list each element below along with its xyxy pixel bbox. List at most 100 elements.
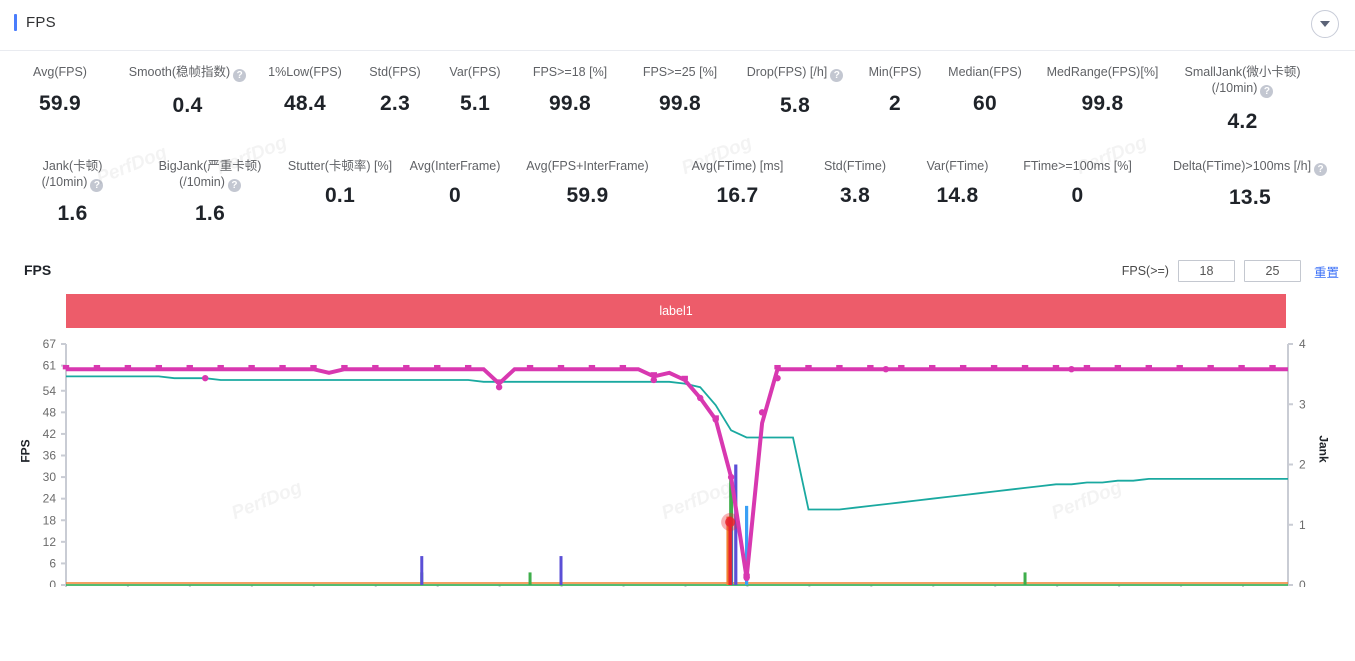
metric-label: Avg(InterFrame) — [409, 159, 501, 173]
series-marker — [588, 364, 596, 370]
fps-threshold-controls: FPS(>=) 重置 — [1122, 260, 1339, 282]
series-marker — [774, 364, 781, 370]
scene-label-band[interactable]: label1 — [66, 294, 1286, 328]
metric-value: 14.8 — [936, 184, 979, 207]
series-marker — [867, 364, 874, 370]
series-marker — [279, 364, 286, 370]
fps-plot-svg[interactable]: 061218243036424854616701234 — [0, 332, 1355, 587]
metrics-summary-row-2: Jank(卡顿) (/10min)? 1.6 BigJank(严重卡顿) (/10m… — [0, 158, 1355, 250]
series-marker — [1207, 364, 1214, 370]
series-marker — [310, 364, 317, 370]
metric-value: 4.2 — [1227, 110, 1258, 133]
y2-tick-label: 1 — [1299, 518, 1306, 532]
metric-card: Min(FPS) 2 — [855, 64, 935, 116]
page-title: FPS — [14, 14, 56, 31]
metric-card: Avg(InterFrame) 0 — [405, 158, 505, 208]
help-icon[interactable]: ? — [830, 69, 844, 82]
metric-label: Std(FTime) — [823, 159, 887, 173]
metric-card: Stutter(卡顿率) [%] 0.1 — [275, 158, 405, 208]
fps-threshold-input-1[interactable] — [1177, 260, 1235, 282]
series-line — [66, 367, 1288, 579]
series-marker — [217, 364, 224, 370]
y-tick-label: 12 — [43, 535, 57, 549]
page-header: FPS — [0, 0, 1355, 51]
metric-value: 0.1 — [324, 184, 356, 207]
metric-card: MedRange(FPS)[%] 99.8 — [1035, 64, 1170, 116]
series-marker — [1238, 364, 1245, 370]
metric-label: Min(FPS) — [868, 65, 922, 79]
metric-card: SmallJank(微小卡顿) (/10min)? 4.2 — [1170, 64, 1315, 134]
fps-chart-block: FPS FPS(>=) 重置 label1 FPS Jank 061218243… — [0, 252, 1355, 661]
metric-label: 1%Low(FPS) — [268, 65, 342, 79]
series-marker — [526, 364, 534, 370]
scene-label-text: label1 — [659, 304, 693, 318]
metric-card: Delta(FTime)>100ms [/h]? 13.5 — [1145, 158, 1355, 210]
collapse-panel-button[interactable] — [1311, 10, 1339, 38]
y-tick-label: 30 — [43, 470, 57, 484]
series-marker — [1176, 364, 1183, 370]
metric-label: SmallJank(微小卡顿) (/10min)? — [1184, 65, 1301, 98]
help-icon[interactable]: ? — [227, 179, 241, 192]
series-marker — [929, 364, 936, 370]
help-icon[interactable]: ? — [1314, 163, 1328, 176]
metric-label: Stutter(卡顿率) [%] — [287, 159, 393, 173]
metric-card: Std(FPS) 2.3 — [355, 64, 435, 116]
metric-card: FPS>=25 [%] 99.8 — [625, 64, 735, 116]
metric-card: FPS>=18 [%] 99.8 — [515, 64, 625, 116]
series-marker — [464, 364, 472, 370]
y2-tick-label: 0 — [1299, 578, 1306, 587]
reset-button[interactable]: 重置 — [1314, 262, 1339, 281]
metric-label: Median(FPS) — [948, 65, 1022, 79]
metric-value: 5.1 — [459, 92, 491, 115]
title-accent-bar — [14, 14, 17, 31]
metric-label: BigJank(严重卡顿) (/10min)? — [158, 159, 262, 192]
metric-card: Smooth(稳帧指数)? 0.4 — [120, 64, 255, 118]
help-icon[interactable]: ? — [1260, 85, 1274, 98]
metric-value: 0.4 — [172, 94, 203, 117]
series-marker — [990, 364, 998, 370]
fps-threshold-input-2[interactable] — [1243, 260, 1301, 282]
y-tick-label: 18 — [43, 513, 57, 527]
metric-value: 48.4 — [283, 92, 327, 115]
metric-label: Avg(FPS) — [33, 65, 87, 79]
metric-card: Drop(FPS) [/h]? 5.8 — [735, 64, 855, 118]
y2-tick-label: 3 — [1299, 397, 1306, 411]
series-marker — [62, 364, 70, 370]
series-marker — [959, 364, 967, 370]
series-marker — [1269, 364, 1276, 370]
y-tick-label: 24 — [43, 492, 57, 506]
metric-card: Var(FPS) 5.1 — [435, 64, 515, 116]
help-icon[interactable]: ? — [90, 179, 104, 192]
series-marker — [434, 364, 441, 370]
y-tick-label: 67 — [43, 337, 57, 351]
metric-card: FTime>=100ms [%] 0 — [1010, 158, 1145, 208]
metrics-summary-row-1: Avg(FPS) 59.9 Smooth(稳帧指数)? 0.4 1%Low(FPS) 48… — [0, 64, 1355, 152]
series-marker — [557, 364, 565, 370]
metric-label: MedRange(FPS)[%] — [1046, 65, 1159, 79]
metric-value: 1.6 — [57, 202, 88, 225]
metric-card: Avg(FTime) [ms] 16.7 — [670, 158, 805, 208]
metric-value: 59.9 — [566, 184, 609, 207]
help-icon[interactable]: ? — [233, 69, 247, 82]
metric-label: Delta(FTime)>100ms [/h]? — [1147, 158, 1353, 176]
series-marker — [1114, 364, 1122, 370]
metric-card: Avg(FPS) 59.9 — [0, 64, 120, 116]
series-marker — [1083, 364, 1091, 370]
metric-value: 0 — [1071, 184, 1084, 207]
series-marker — [186, 364, 193, 370]
chart-title: FPS — [24, 262, 52, 278]
metric-label: Smooth(稳帧指数)? — [122, 64, 253, 82]
metric-label: FPS>=25 [%] — [642, 65, 718, 79]
chart-header: FPS FPS(>=) 重置 — [0, 252, 1355, 288]
fps-report-page: FPS Avg(FPS) 59.9 Smooth(稳帧指数)? 0.4 1%Low(FP… — [0, 0, 1355, 661]
metric-value: 2 — [889, 92, 901, 115]
series-marker — [495, 379, 503, 384]
series-marker — [898, 364, 905, 370]
metric-card: 1%Low(FPS) 48.4 — [255, 64, 355, 116]
metric-label: Var(FPS) — [449, 65, 501, 79]
plot-area: FPS Jank 0 6 12 18 24 30 36 42 48 54 61 67 0 1 2 3 4 — [0, 332, 1355, 587]
metric-label: FTime>=100ms [%] — [1023, 159, 1132, 173]
y-tick-label: 6 — [49, 556, 56, 570]
series-marker — [403, 364, 410, 370]
metric-label: Drop(FPS) [/h]? — [737, 64, 853, 82]
